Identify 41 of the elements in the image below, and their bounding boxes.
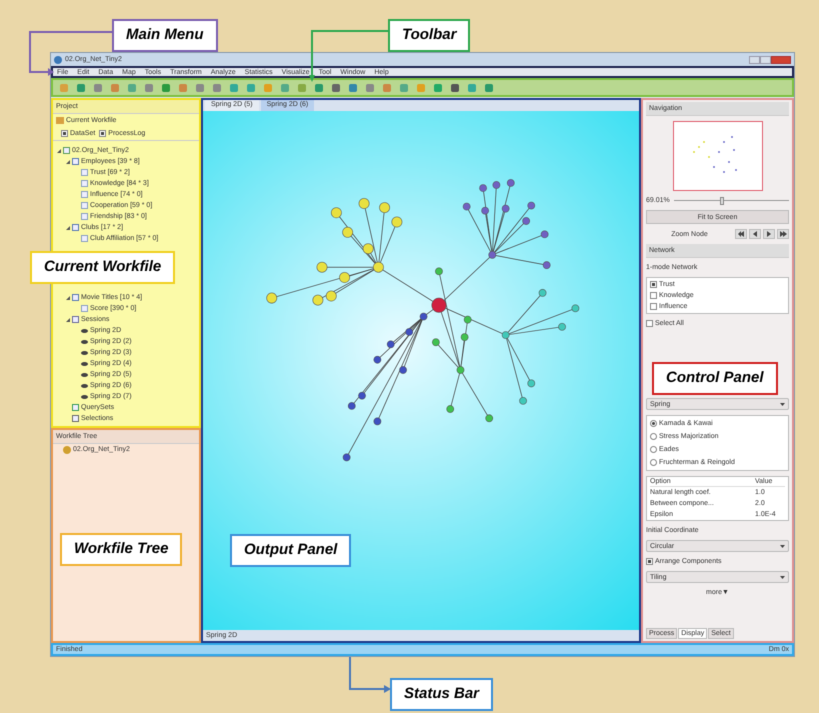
arrow-icon — [738, 231, 744, 237]
checkbox[interactable] — [61, 130, 68, 137]
caret-icon — [780, 544, 785, 548]
zoom-slider[interactable] — [674, 196, 789, 204]
expand-arrow-icon[interactable] — [66, 296, 70, 300]
callout-label: Status Bar — [390, 678, 494, 710]
workfile-icon — [63, 446, 71, 454]
folder-icon — [56, 117, 64, 124]
app-icon — [54, 56, 62, 64]
nav-button[interactable] — [735, 229, 747, 239]
radio-button[interactable] — [650, 433, 657, 440]
close-button[interactable] — [771, 56, 791, 64]
expand-arrow-icon[interactable] — [66, 226, 70, 230]
caret-icon — [780, 576, 785, 578]
checkbox[interactable] — [650, 281, 657, 288]
arrow-icon — [780, 231, 786, 237]
nav-button[interactable] — [763, 229, 775, 239]
nav-button[interactable] — [777, 229, 789, 239]
checkbox[interactable] — [650, 292, 657, 299]
connector-arrow — [346, 657, 392, 693]
radio-button[interactable] — [650, 446, 657, 453]
caret-icon — [780, 402, 785, 406]
checkbox[interactable] — [646, 558, 653, 565]
expand-arrow-icon[interactable] — [66, 160, 70, 164]
expand-arrow-icon[interactable] — [57, 148, 61, 152]
checkbox[interactable] — [99, 130, 106, 137]
callout-label: Toolbar — [388, 19, 470, 52]
callout-label: Output Panel — [230, 534, 352, 566]
expand-arrow-icon[interactable] — [66, 318, 70, 322]
slider-thumb[interactable] — [720, 196, 724, 204]
callout-label: Workfile Tree — [60, 533, 182, 566]
checkbox[interactable] — [646, 320, 653, 327]
checkbox[interactable] — [650, 303, 657, 310]
maximize-button[interactable] — [760, 56, 771, 64]
minimize-button[interactable] — [749, 56, 760, 64]
nav-button[interactable] — [749, 229, 761, 239]
callout-label: Current Workfile — [30, 251, 176, 284]
radio-button[interactable] — [650, 420, 657, 427]
callout-label: Main Menu — [112, 19, 218, 52]
callout-label: Control Panel — [652, 362, 778, 394]
radio-button[interactable] — [650, 459, 657, 466]
